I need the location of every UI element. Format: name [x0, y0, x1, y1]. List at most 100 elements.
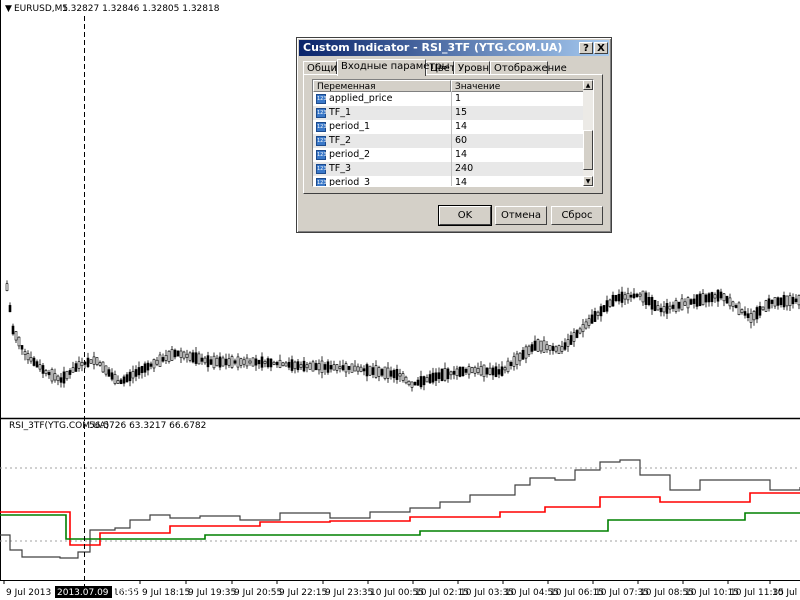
candle-body	[182, 351, 186, 359]
candle-body	[563, 342, 567, 350]
candle-body	[290, 359, 294, 371]
help-button[interactable]: ?	[579, 42, 593, 54]
candle-body	[332, 364, 336, 371]
candle-body	[248, 360, 252, 364]
candle-body	[356, 366, 360, 372]
candle-body	[422, 376, 426, 386]
candle-body	[398, 373, 402, 377]
scroll-up-icon[interactable]: ▲	[583, 80, 593, 90]
candle-body	[137, 367, 141, 376]
candle-body	[179, 350, 183, 358]
candle-body	[161, 357, 165, 362]
candle-body	[233, 360, 237, 364]
reset-button[interactable]: Сброс	[551, 206, 603, 225]
candle-body	[725, 295, 729, 304]
tab-levels[interactable]: Уровни	[454, 61, 496, 75]
chart-symbol-label: EURUSD,M5	[14, 4, 68, 14]
candle-body	[383, 366, 387, 379]
indicator-values: 56.5726 63.3217 66.6782	[89, 421, 206, 431]
candle-body	[164, 355, 168, 361]
candle-body	[605, 300, 609, 312]
tab-visualization[interactable]: Отображение	[490, 61, 567, 75]
parameter-row[interactable]: 123 TF_1 15	[313, 106, 585, 120]
candle-body	[209, 359, 213, 365]
candle-body	[134, 369, 138, 377]
grid-scrollbar[interactable]: ▲ ▼	[583, 80, 593, 186]
parameter-row[interactable]: 123 applied_price 1	[313, 92, 585, 106]
candle-body	[431, 372, 435, 383]
candle-body	[716, 289, 720, 302]
parameter-value[interactable]: 14	[451, 176, 467, 186]
candle-body	[533, 340, 537, 351]
parameter-name: TF_1	[329, 107, 352, 118]
parameter-value[interactable]: 15	[451, 106, 467, 120]
parameter-value[interactable]: 14	[451, 148, 467, 162]
tab-general[interactable]: Общие	[303, 61, 343, 75]
chart-title-arrow-icon[interactable]: ▼	[5, 4, 12, 14]
candle-body	[491, 367, 495, 376]
candle-body	[65, 370, 69, 380]
parameter-name: TF_3	[329, 163, 352, 174]
candle-body	[323, 364, 327, 370]
candle-body	[785, 295, 789, 307]
parameter-name: TF_2	[329, 135, 352, 146]
chart-ohlc-values: 1.32827 1.32846 1.32805 1.32818	[62, 4, 220, 14]
candle-body	[98, 362, 102, 366]
scroll-down-icon[interactable]: ▼	[583, 176, 593, 186]
candle-body	[35, 361, 39, 368]
parameter-name: period_2	[329, 149, 371, 160]
candle-body	[464, 368, 468, 373]
candle-body	[641, 290, 645, 303]
parameter-row[interactable]: 123 TF_3 240	[313, 162, 585, 176]
ok-button[interactable]: OK	[438, 205, 492, 226]
parameter-row[interactable]: 123 period_3 14	[313, 176, 585, 186]
candle-body	[551, 345, 555, 351]
candle-body	[548, 345, 552, 351]
candle-body	[362, 368, 366, 372]
candle-body	[101, 361, 105, 373]
candle-body	[554, 346, 558, 352]
candle-body	[650, 296, 654, 310]
parameter-row[interactable]: 123 period_1 14	[313, 120, 585, 134]
candle-body	[437, 372, 441, 379]
candle-body	[260, 356, 264, 368]
parameter-row[interactable]: 123 period_2 14	[313, 148, 585, 162]
candle-body	[284, 362, 288, 367]
candle-body	[122, 376, 126, 384]
candle-body	[407, 380, 411, 386]
time-tick-label: 9 Jul 23:35	[325, 588, 373, 598]
tab-inputs[interactable]: Входные параметры	[337, 59, 449, 76]
column-value[interactable]: Значение	[451, 80, 585, 92]
cancel-button[interactable]: Отмена	[495, 206, 547, 225]
candle-body	[140, 366, 144, 374]
candle-body	[587, 318, 591, 326]
parameter-value[interactable]: 1	[451, 92, 461, 106]
candle-body	[623, 294, 627, 300]
candle-body	[509, 361, 513, 367]
candle-body	[119, 379, 123, 385]
candle-body	[473, 366, 477, 374]
dialog-title-bar[interactable]: Custom Indicator - RSI_3TF (YTG.COM.UA) …	[299, 40, 609, 56]
candle-body	[146, 362, 150, 371]
candle-body	[221, 357, 225, 367]
candle-body	[113, 374, 117, 384]
price-candles	[5, 280, 800, 392]
candle-body	[158, 354, 162, 367]
close-button[interactable]: X	[594, 42, 608, 54]
candle-body	[686, 297, 690, 309]
candle-body	[428, 374, 432, 384]
parameter-value[interactable]: 60	[451, 134, 467, 148]
column-variable[interactable]: Переменная	[313, 80, 451, 92]
candle-body	[497, 369, 501, 375]
candle-body	[275, 362, 279, 366]
candle-body	[758, 306, 762, 316]
candle-body	[281, 362, 285, 366]
parameter-row[interactable]: 123 TF_2 60	[313, 134, 585, 148]
parameter-value[interactable]: 240	[451, 162, 473, 176]
candle-body	[419, 376, 423, 388]
candle-body	[236, 356, 240, 368]
candle-body	[722, 293, 726, 302]
scroll-thumb[interactable]	[583, 130, 593, 170]
parameter-value[interactable]: 14	[451, 120, 467, 134]
parameter-icon: 123	[316, 94, 327, 104]
